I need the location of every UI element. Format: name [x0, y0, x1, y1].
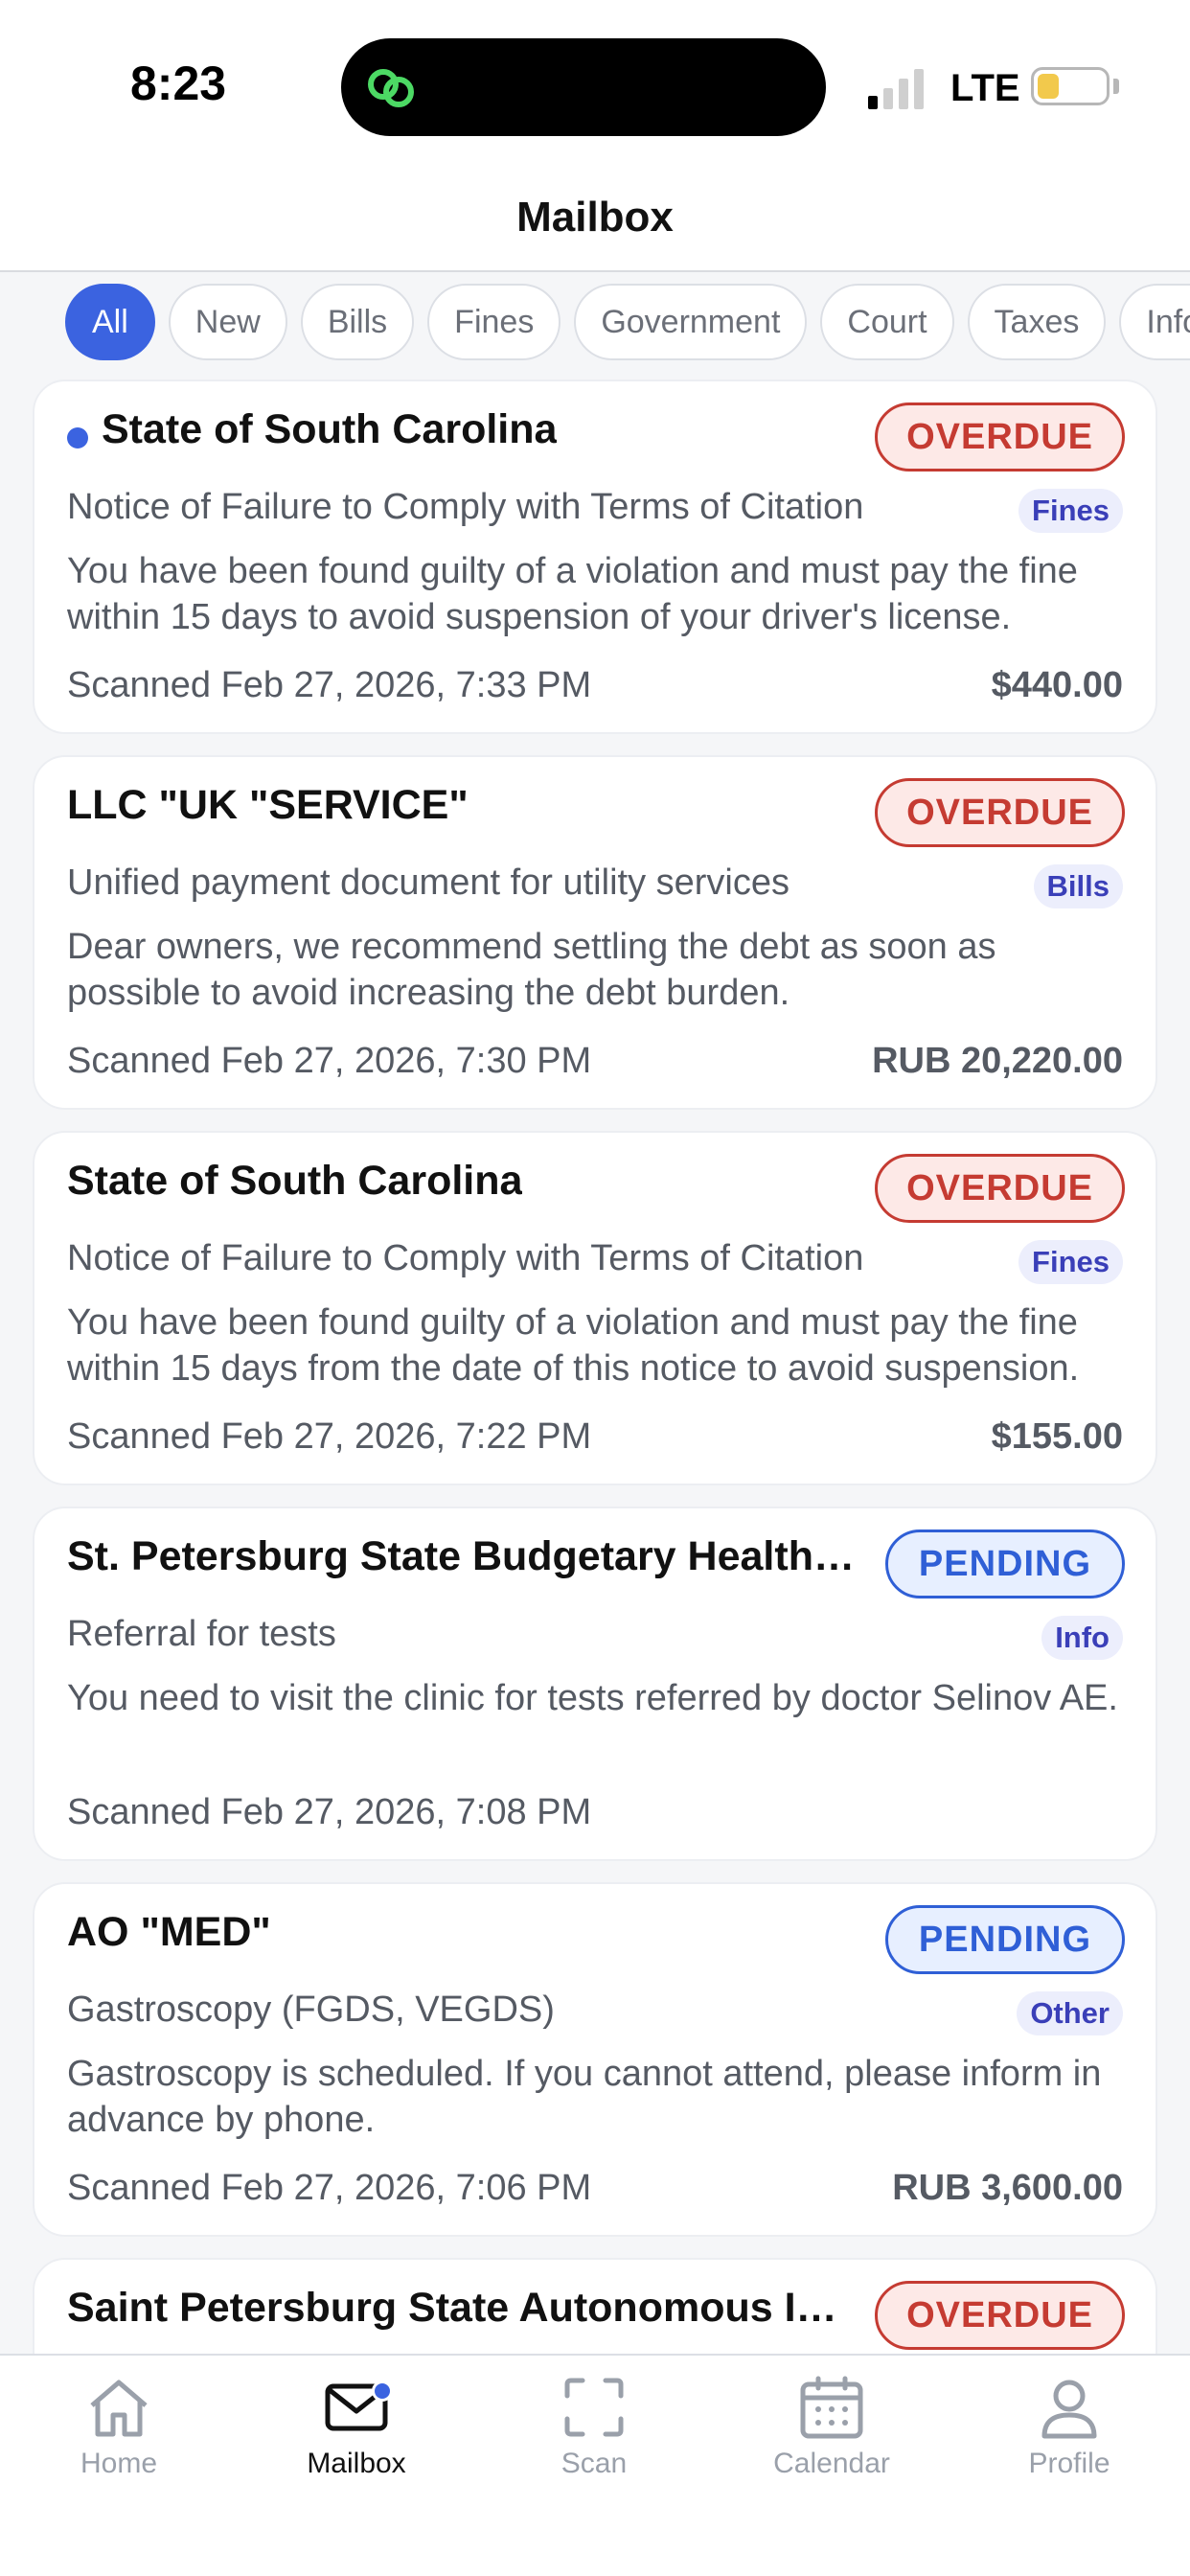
message-preview: You need to visit the clinic for tests r…	[67, 1678, 1118, 1718]
tab-mailbox[interactable]: Mailbox	[251, 2373, 462, 2507]
home-icon	[90, 2380, 148, 2437]
amount: $155.00	[991, 1416, 1123, 1457]
battery-icon	[1031, 67, 1110, 105]
message-sender: St. Petersburg State Budgetary Healthcar…	[67, 1533, 872, 1579]
calendar-icon	[800, 2376, 863, 2439]
tab-label: Profile	[1028, 2448, 1110, 2479]
dynamic-island	[341, 38, 826, 136]
scanned-date: Scanned Feb 27, 2026, 7:33 PM	[67, 665, 592, 705]
category-tag: Other	[1017, 1991, 1123, 2036]
tab-profile[interactable]: Profile	[964, 2373, 1175, 2507]
message-list[interactable]: State of South Carolina OVERDUE Notice o…	[33, 380, 1157, 2354]
tab-calendar[interactable]: Calendar	[726, 2373, 937, 2507]
message-card[interactable]: State of South Carolina OVERDUE Notice o…	[33, 380, 1157, 734]
message-preview: You have been found guilty of a violatio…	[67, 551, 1078, 637]
scan-icon	[564, 2378, 624, 2437]
filter-chip-new[interactable]: New	[168, 284, 287, 360]
message-card[interactable]: LLC "UK "SERVICE" OVERDUE Unified paymen…	[33, 755, 1157, 1110]
tab-label: Scan	[561, 2448, 628, 2479]
message-subject: Notice of Failure to Comply with Terms o…	[67, 487, 864, 527]
status-badge: OVERDUE	[875, 2281, 1125, 2350]
status-badge: OVERDUE	[875, 778, 1125, 847]
network-label: LTE	[950, 67, 1020, 109]
tab-scan[interactable]: Scan	[489, 2373, 699, 2507]
message-card[interactable]: Saint Petersburg State Autonomous Instit…	[33, 2258, 1157, 2354]
page-title: Mailbox	[516, 194, 674, 241]
tab-label: Home	[80, 2448, 158, 2479]
message-preview: You have been found guilty of a violatio…	[67, 1302, 1080, 1389]
amount: RUB 3,600.00	[892, 2168, 1123, 2208]
category-tag: Info	[1041, 1616, 1123, 1660]
message-card[interactable]: State of South Carolina OVERDUE Notice o…	[33, 1131, 1157, 1485]
tab-bar: Home Mailbox Scan Calendar Profile	[0, 2354, 1190, 2576]
message-sender: LLC "UK "SERVICE"	[67, 782, 469, 828]
message-card[interactable]: AO "MED" PENDING Gastroscopy (FGDS, VEGD…	[33, 1882, 1157, 2237]
status-badge: PENDING	[885, 1905, 1125, 1974]
tab-label: Mailbox	[307, 2448, 406, 2479]
message-sender: AO "MED"	[67, 1909, 271, 1955]
filter-chip-taxes[interactable]: Taxes	[967, 284, 1107, 360]
message-subject: Unified payment document for utility ser…	[67, 862, 790, 903]
message-subject: Notice of Failure to Comply with Terms o…	[67, 1238, 864, 1278]
message-sender: State of South Carolina	[102, 406, 558, 452]
category-tag: Fines	[1018, 1240, 1123, 1284]
filter-bar[interactable]: All New Bills Fines Government Court Tax…	[0, 284, 1190, 366]
status-time: 8:23	[130, 57, 227, 110]
message-card[interactable]: St. Petersburg State Budgetary Healthcar…	[33, 1506, 1157, 1861]
signal-icon	[868, 69, 924, 109]
tab-label: Calendar	[773, 2448, 890, 2479]
category-tag: Bills	[1033, 864, 1123, 908]
tab-home[interactable]: Home	[13, 2373, 224, 2507]
filter-chip-all[interactable]: All	[65, 284, 155, 360]
unread-indicator	[67, 427, 88, 448]
category-tag: Fines	[1018, 489, 1123, 533]
message-subject: Gastroscopy (FGDS, VEGDS)	[67, 1990, 555, 2030]
filter-chip-government[interactable]: Government	[574, 284, 808, 360]
message-preview: Gastroscopy is scheduled. If you cannot …	[67, 2054, 1102, 2140]
message-sender: State of South Carolina	[67, 1158, 523, 1204]
scanned-date: Scanned Feb 27, 2026, 7:22 PM	[67, 1416, 592, 1457]
amount: $440.00	[991, 665, 1123, 705]
scanned-date: Scanned Feb 27, 2026, 7:06 PM	[67, 2168, 592, 2208]
nav-bar: Mailbox	[0, 172, 1190, 272]
filter-chip-bills[interactable]: Bills	[300, 284, 415, 360]
filter-chip-court[interactable]: Court	[820, 284, 954, 360]
status-badge: OVERDUE	[875, 1154, 1125, 1223]
battery-cap	[1113, 79, 1119, 94]
notification-badge	[372, 2380, 393, 2402]
status-badge: PENDING	[885, 1530, 1125, 1598]
scanned-date: Scanned Feb 27, 2026, 7:08 PM	[67, 1792, 592, 1832]
link-icon	[368, 69, 414, 107]
message-subject: Referral for tests	[67, 1614, 336, 1654]
message-preview: Dear owners, we recommend settling the d…	[67, 927, 996, 1013]
profile-icon	[1041, 2380, 1097, 2439]
message-sender: Saint Petersburg State Autonomous Instit…	[67, 2285, 853, 2331]
amount: RUB 20,220.00	[872, 1041, 1123, 1081]
status-bar: 8:23 LTE	[0, 0, 1190, 172]
filter-chip-info[interactable]: Info	[1119, 284, 1190, 360]
filter-chip-fines[interactable]: Fines	[427, 284, 561, 360]
status-badge: OVERDUE	[875, 402, 1125, 472]
scanned-date: Scanned Feb 27, 2026, 7:30 PM	[67, 1041, 592, 1081]
